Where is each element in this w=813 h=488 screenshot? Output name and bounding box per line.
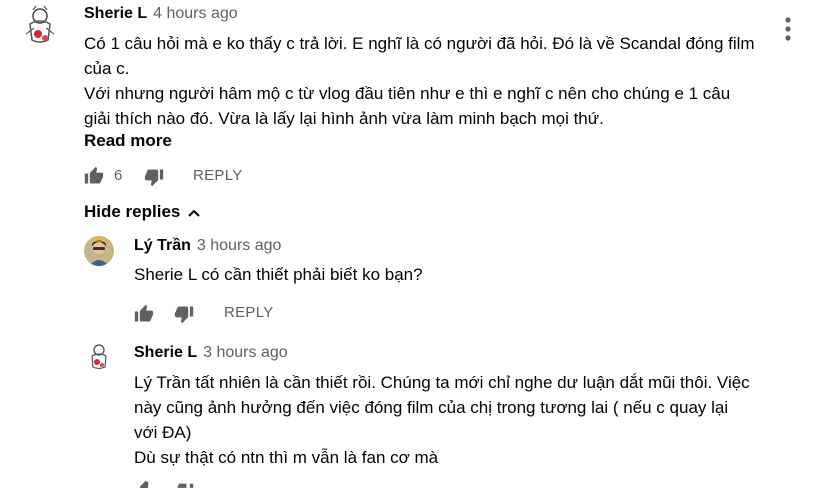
thumbs-down-icon: [144, 167, 164, 187]
more-vertical-icon[interactable]: [783, 16, 793, 42]
author-name[interactable]: Sherie L: [134, 344, 197, 361]
thumbs-up-icon: [134, 480, 154, 488]
like-button[interactable]: [84, 166, 104, 186]
thumbs-down-icon: [174, 304, 194, 324]
dislike-button[interactable]: [144, 167, 164, 187]
timestamp[interactable]: 4 hours ago: [153, 5, 238, 22]
dislike-button[interactable]: [174, 481, 194, 488]
reply-line: Sherie L có cần thiết phải biết ko bạn?: [134, 265, 423, 284]
read-more-link[interactable]: Read more: [84, 131, 172, 151]
comment-line: của c.: [84, 59, 130, 78]
reply-text: Lý Trần tất nhiên là cần thiết rồi. Chún…: [134, 370, 794, 470]
reply-text: Sherie L có cần thiết phải biết ko bạn?: [134, 262, 423, 287]
reply-header: Lý Trần 3 hours ago: [134, 237, 281, 255]
thumbs-down-icon: [174, 481, 194, 488]
author-name[interactable]: Sherie L: [84, 5, 147, 22]
comment-header: Sherie L 4 hours ago: [84, 5, 238, 23]
reply-button[interactable]: REPLY: [224, 304, 274, 321]
avatar[interactable]: [18, 4, 62, 48]
reply-button[interactable]: REPLY: [193, 167, 243, 184]
reply-line: Lý Trần tất nhiên là cần thiết rồi. Chún…: [134, 373, 750, 392]
like-count: 6: [114, 167, 123, 184]
reply-line: Dù sự thật có ntn thì m vẫn là fan cơ mà: [134, 448, 439, 467]
comment-line: Với nhưng người hâm mộ c từ vlog đầu tiê…: [84, 84, 731, 103]
chevron-up-icon: [187, 208, 201, 218]
reply-line: với ĐA): [134, 423, 192, 442]
hide-replies-toggle[interactable]: Hide replies: [84, 202, 201, 222]
reply-header: Sherie L 3 hours ago: [134, 344, 288, 362]
reply-avatar[interactable]: [84, 236, 114, 266]
like-button[interactable]: [134, 480, 154, 488]
hide-replies-label: Hide replies: [84, 202, 181, 221]
comment-text: Có 1 câu hỏi mà e ko thấy c trả lời. E n…: [84, 31, 784, 131]
thumbs-up-icon: [134, 304, 154, 324]
comment-line: Có 1 câu hỏi mà e ko thấy c trả lời. E n…: [84, 34, 755, 53]
thumbs-up-icon: [84, 166, 104, 186]
timestamp[interactable]: 3 hours ago: [197, 237, 282, 254]
reply-line: này cũng ảnh hưởng đến việc đóng film củ…: [134, 398, 729, 417]
author-name[interactable]: Lý Trần: [134, 237, 191, 254]
like-button[interactable]: [134, 304, 154, 324]
reply-avatar[interactable]: [84, 342, 114, 372]
dislike-button[interactable]: [174, 304, 194, 324]
comment-line: giải thích nào đó. Vừa là lấy lại hình ả…: [84, 109, 604, 128]
timestamp[interactable]: 3 hours ago: [203, 344, 288, 361]
